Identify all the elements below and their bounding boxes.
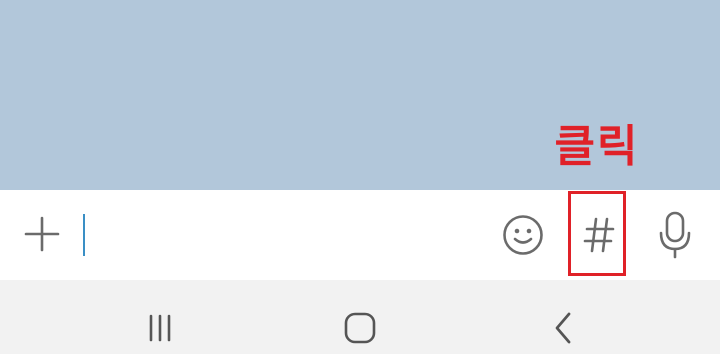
voice-input-button[interactable] [654,210,696,260]
home-button[interactable] [340,308,380,348]
back-button[interactable] [543,308,583,348]
smiley-icon [503,215,543,255]
message-input-field[interactable] [83,214,85,256]
annotation-click-label: 클릭 [554,121,640,172]
home-icon [344,312,376,344]
attach-button[interactable] [20,212,64,256]
annotation-highlight-box [568,191,626,276]
recent-apps-button[interactable] [140,308,180,348]
microphone-icon [659,211,691,259]
plus-icon [24,216,60,252]
emoji-button[interactable] [500,212,546,258]
back-icon [555,312,571,344]
recent-apps-icon [149,314,171,342]
